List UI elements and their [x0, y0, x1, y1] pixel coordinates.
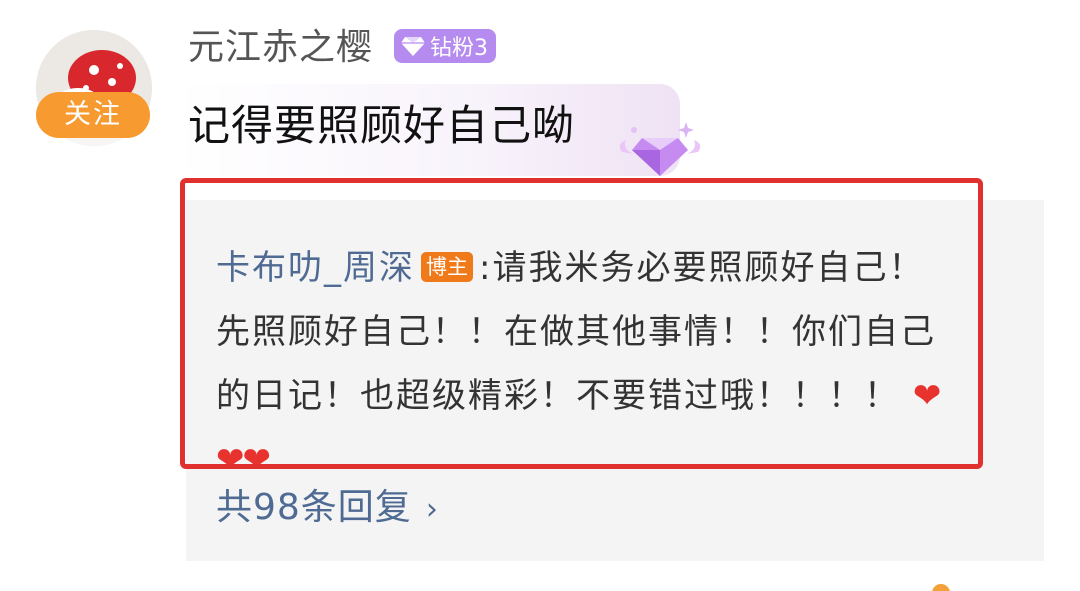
diamond-decoration-icon	[619, 122, 701, 176]
comment-username[interactable]: 元江赤之樱	[188, 24, 373, 72]
comment-page: 关注 元江赤之樱 钻粉3 记得要照顾好自己呦 卡布叻_周深 博主:请我米务必要照顾…	[0, 0, 1080, 591]
follow-button[interactable]: 关注	[36, 92, 150, 138]
fan-badge-label: 钻粉3	[430, 36, 488, 61]
next-item-avatar-edge	[932, 584, 950, 591]
fan-level-badge[interactable]: 钻粉3	[394, 29, 496, 63]
highlight-box	[180, 178, 983, 469]
chevron-right-icon: ›	[425, 492, 439, 527]
view-all-replies-link[interactable]: 共98条回复 ›	[216, 482, 439, 536]
diamond-icon	[401, 37, 425, 56]
comment-text: 记得要照顾好自己呦	[188, 101, 576, 150]
more-replies-label: 共98条回复	[216, 487, 412, 528]
